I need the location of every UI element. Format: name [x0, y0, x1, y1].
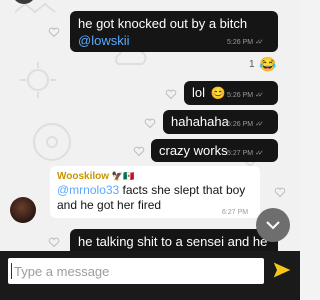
message-time: 5:26 PM — [227, 39, 254, 46]
text-cursor — [11, 263, 12, 279]
message-time: 6:27 PM — [222, 209, 249, 216]
like-heart-icon[interactable] — [133, 145, 145, 157]
reaction-emoji[interactable]: 😂 — [259, 56, 276, 73]
read-receipt-icon: ✓✓ — [255, 92, 264, 99]
smile-emoji: 😊 — [210, 86, 226, 100]
message-text: he got knocked out by a bitch — [78, 16, 248, 31]
message-meta: 5:26 PM ✓✓ — [227, 38, 264, 46]
message-time: 5:26 PM — [227, 92, 254, 99]
like-heart-icon[interactable] — [48, 26, 60, 38]
sender-name-text: Wooskilow — [57, 171, 110, 182]
scroll-to-bottom-button[interactable] — [256, 208, 290, 242]
like-heart-icon[interactable] — [274, 186, 286, 198]
message-meta: 5:27 PM ✓✓ — [227, 149, 264, 157]
doodle-record-icon — [33, 123, 71, 161]
send-icon[interactable] — [272, 260, 292, 280]
like-heart-icon[interactable] — [165, 88, 177, 100]
read-receipt-icon: ✓✓ — [255, 150, 264, 157]
message-time: 5:26 PM — [227, 121, 254, 128]
reaction-count: 1 — [249, 59, 255, 70]
doodle-sun-icon — [20, 62, 56, 98]
sender-emoji: 🦅🇲🇽 — [111, 171, 135, 181]
message-text: he talking shit to a sensei and he — [78, 234, 268, 249]
read-receipt-icon: ✓✓ — [255, 121, 264, 128]
message-text: hahahaha — [171, 114, 229, 129]
chevron-down-icon — [266, 221, 280, 230]
message-text: lol — [192, 85, 206, 100]
read-receipt-icon: ✓✓ — [255, 39, 264, 46]
message-meta: 5:26 PM ✓✓ — [227, 91, 264, 99]
message-input[interactable] — [8, 258, 264, 284]
mention-link[interactable]: @mrnolo33 — [57, 183, 119, 197]
message-text: crazy works — [159, 143, 228, 158]
sender-avatar[interactable] — [10, 197, 36, 223]
like-heart-icon[interactable] — [48, 236, 60, 248]
sender-name[interactable]: Wooskilow 🦅🇲🇽 — [57, 171, 253, 182]
like-heart-icon[interactable] — [144, 117, 156, 129]
message-time: 5:27 PM — [227, 150, 254, 157]
message-meta: 5:26 PM ✓✓ — [227, 120, 264, 128]
